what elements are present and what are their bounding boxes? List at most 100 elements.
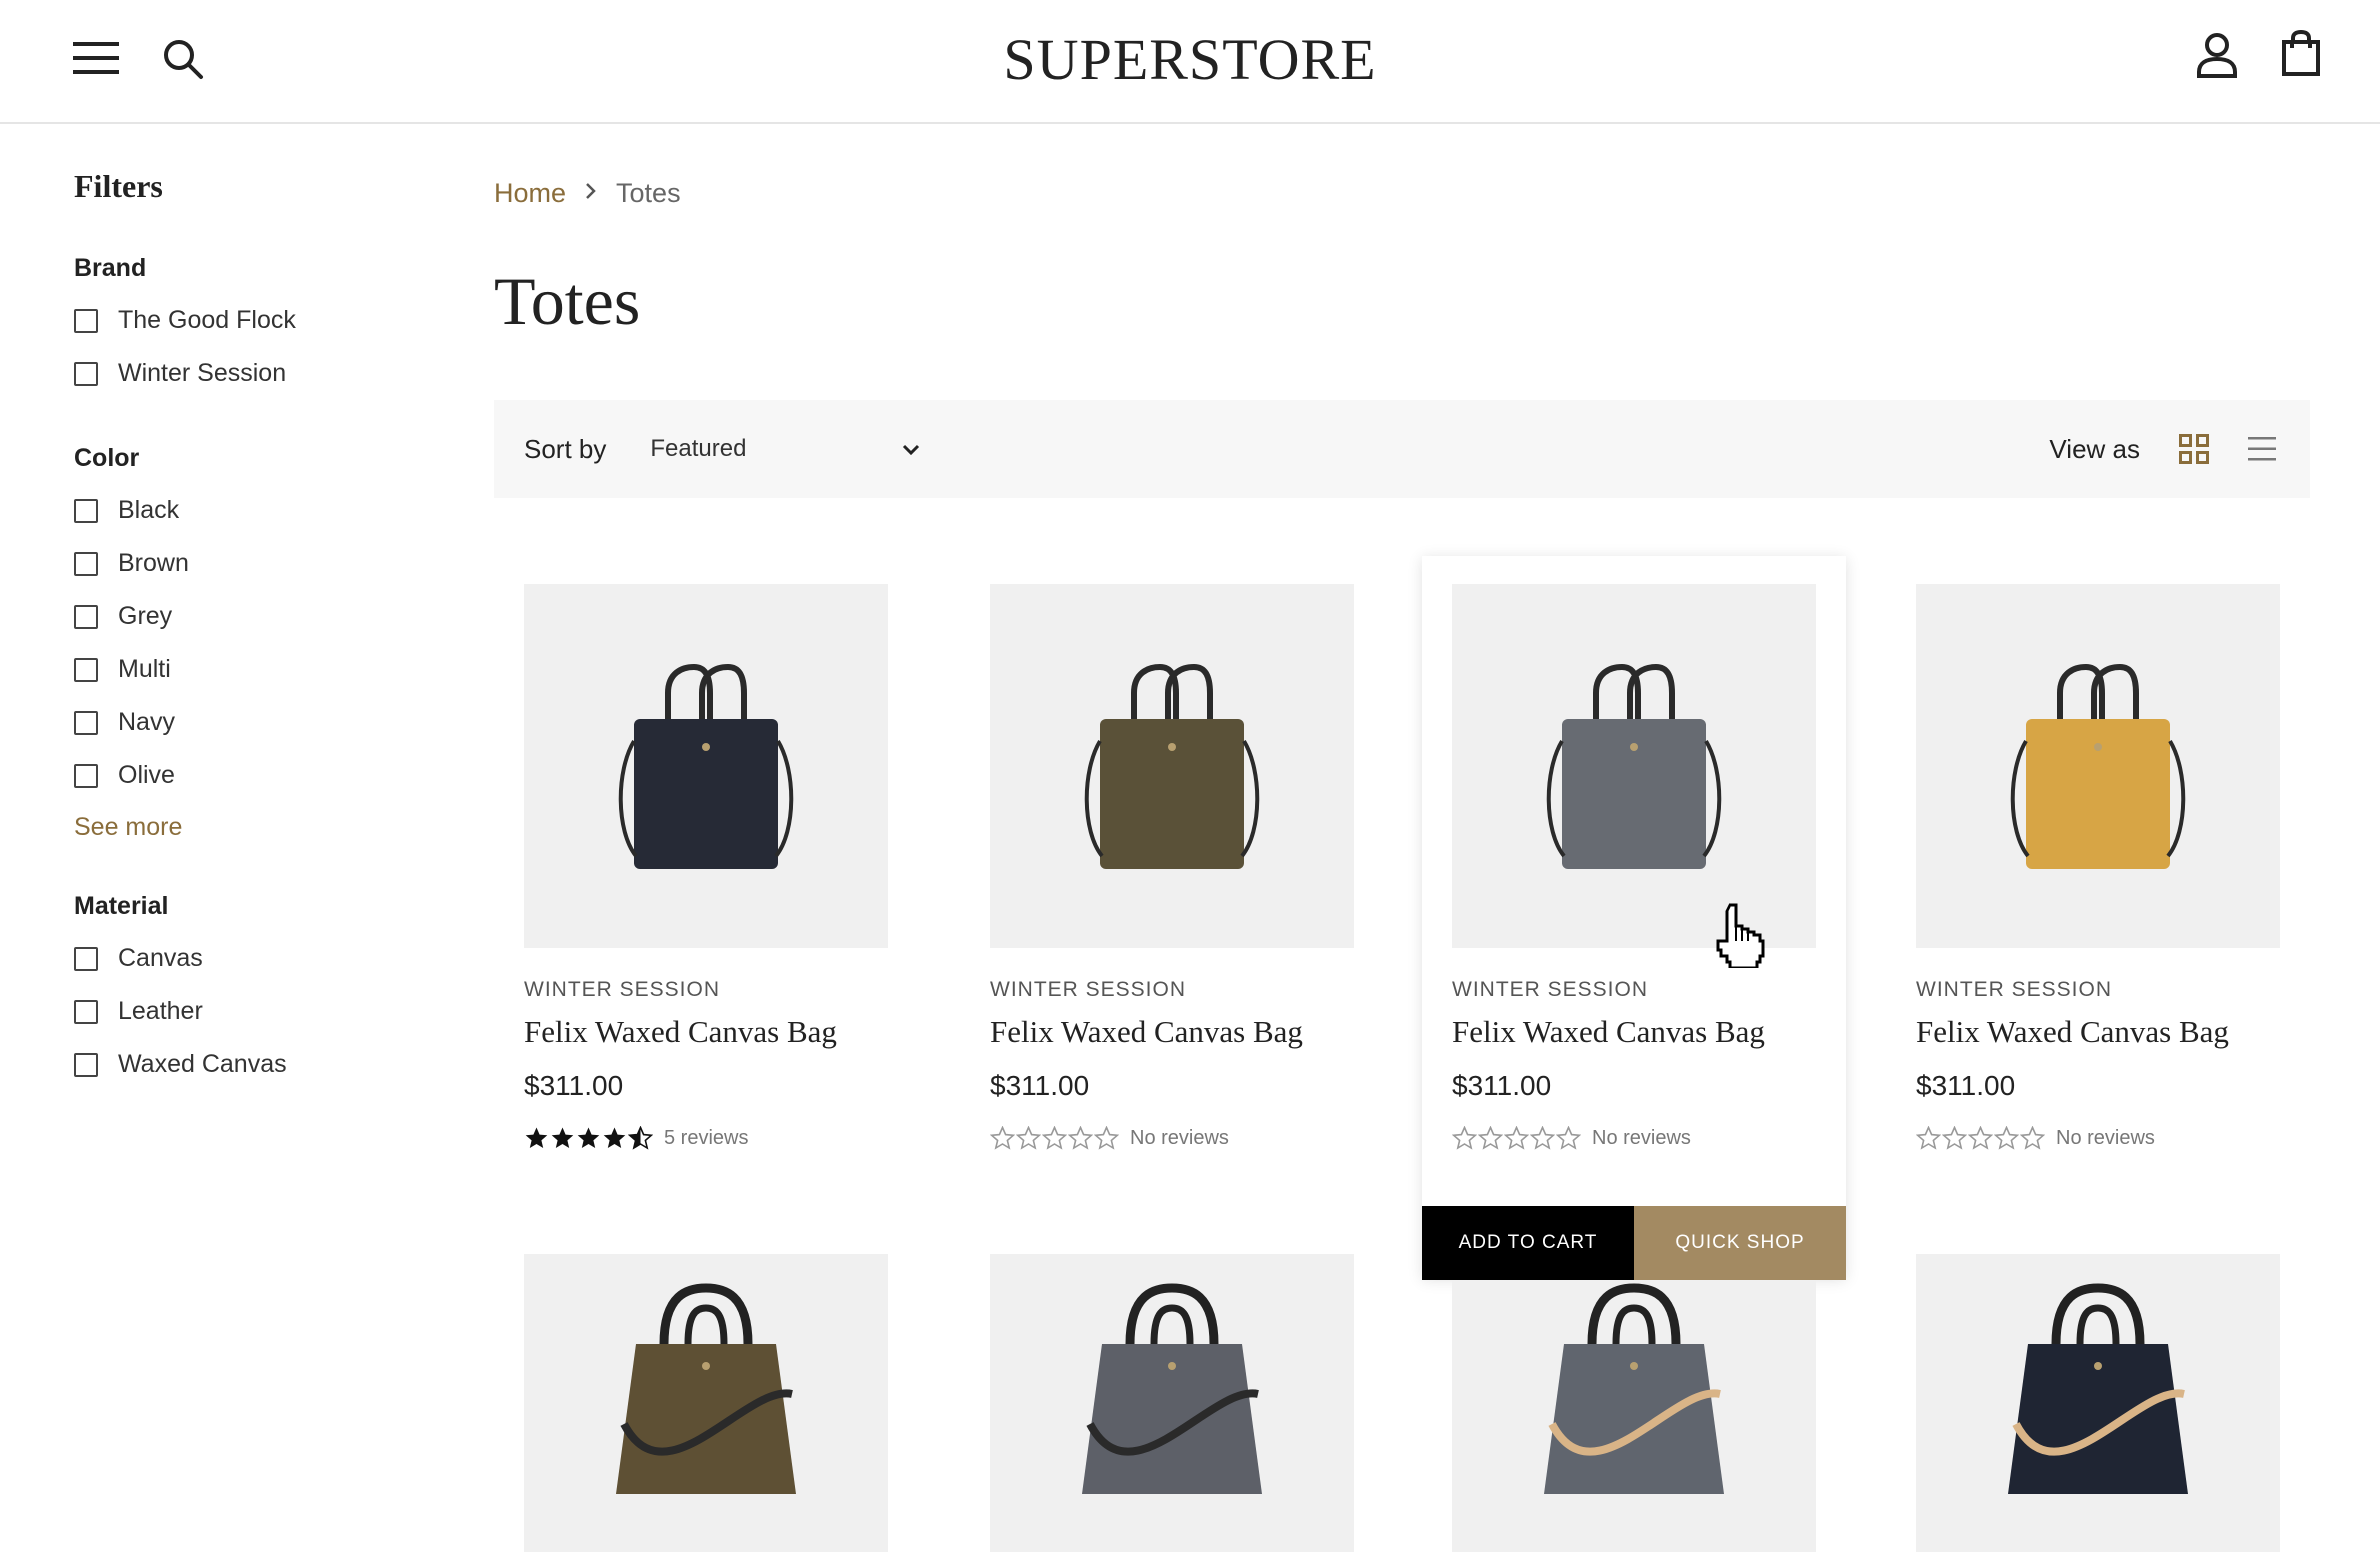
- breadcrumb-home-link[interactable]: Home: [494, 178, 566, 209]
- filter-option[interactable]: Waxed Canvas: [74, 1038, 414, 1091]
- star-empty-icon: [990, 1126, 1015, 1150]
- filter-option-label: The Good Flock: [118, 306, 296, 334]
- filter-option-label: Waxed Canvas: [118, 1050, 287, 1078]
- product-vendor[interactable]: WINTER SESSION: [990, 978, 1186, 1002]
- quick-shop-button[interactable]: QUICK SHOP: [1634, 1206, 1846, 1280]
- filter-option[interactable]: Black: [74, 484, 414, 537]
- star-half-icon: [628, 1126, 653, 1150]
- product-rating[interactable]: No reviews: [1452, 1126, 1691, 1150]
- checkbox[interactable]: [74, 498, 98, 523]
- product-rating[interactable]: No reviews: [990, 1126, 1229, 1150]
- product-image[interactable]: [990, 1254, 1354, 1552]
- product-vendor[interactable]: WINTER SESSION: [1916, 978, 2112, 1002]
- checkbox[interactable]: [74, 361, 98, 386]
- chevron-down-icon: [902, 435, 920, 463]
- star-empty-icon: [1094, 1126, 1119, 1150]
- product-price: $311.00: [1916, 1070, 2016, 1101]
- checkbox[interactable]: [74, 946, 98, 971]
- product-price: $311.00: [524, 1070, 624, 1101]
- filter-option-label: Navy: [118, 708, 175, 736]
- site-header: SUPERSTORE: [0, 0, 2380, 124]
- tote-bag-image: [1082, 1283, 1262, 1494]
- product-image[interactable]: [524, 584, 888, 948]
- star-empty-icon: [1042, 1126, 1067, 1150]
- tote-bag-image: [2010, 663, 2186, 869]
- star-empty-icon: [2020, 1126, 2045, 1150]
- filters-title: Filters: [74, 168, 163, 204]
- filter-option[interactable]: Leather: [74, 985, 414, 1038]
- checkbox[interactable]: [74, 710, 98, 735]
- checkbox[interactable]: [74, 999, 98, 1024]
- product-image[interactable]: [990, 584, 1354, 948]
- filter-group-color-title: Color: [74, 444, 140, 472]
- product-image[interactable]: [1452, 1254, 1816, 1552]
- product-image[interactable]: [1916, 1254, 2280, 1552]
- rating-stars: [990, 1126, 1120, 1150]
- see-more-link[interactable]: See more: [74, 802, 414, 852]
- rating-text: No reviews: [1592, 1126, 1691, 1149]
- star-empty-icon: [1968, 1126, 1993, 1150]
- product-rating[interactable]: 5 reviews: [524, 1126, 748, 1150]
- star-filled-icon: [603, 1127, 626, 1148]
- product-image[interactable]: [1452, 584, 1816, 948]
- filter-option-label: Leather: [118, 997, 203, 1025]
- checkbox[interactable]: [74, 763, 98, 788]
- cart-icon[interactable]: [2280, 28, 2322, 78]
- star-empty-icon: [1530, 1126, 1555, 1150]
- filter-option[interactable]: Brown: [74, 537, 414, 590]
- star-empty-icon: [1478, 1126, 1503, 1150]
- filter-option-label: Canvas: [118, 944, 203, 972]
- list-view-icon[interactable]: [2244, 431, 2280, 467]
- star-empty-icon: [1942, 1126, 1967, 1150]
- filter-option-label: Olive: [118, 761, 175, 789]
- product-vendor[interactable]: WINTER SESSION: [1452, 978, 1648, 1002]
- add-to-cart-button[interactable]: ADD TO CART: [1422, 1206, 1634, 1280]
- sort-value: Featured: [650, 435, 747, 462]
- breadcrumb-current: Totes: [616, 178, 681, 208]
- tote-bag-image: [2008, 1283, 2188, 1494]
- star-filled-icon: [551, 1127, 574, 1148]
- star-empty-icon: [1452, 1126, 1477, 1150]
- product-image[interactable]: [1916, 584, 2280, 948]
- checkbox[interactable]: [74, 657, 98, 682]
- product-title[interactable]: Felix Waxed Canvas Bag: [1452, 1014, 1765, 1050]
- product-title[interactable]: Felix Waxed Canvas Bag: [1916, 1014, 2229, 1050]
- filter-option[interactable]: Canvas: [74, 932, 414, 985]
- hand-pointer-cursor-icon: [1712, 902, 1766, 973]
- product-rating[interactable]: No reviews: [1916, 1126, 2155, 1150]
- account-icon[interactable]: [2194, 30, 2240, 80]
- checkbox[interactable]: [74, 604, 98, 629]
- star-empty-icon: [1994, 1126, 2019, 1150]
- checkbox[interactable]: [74, 1052, 98, 1077]
- tote-bag-image: [1544, 1283, 1724, 1494]
- grid-view-icon[interactable]: [2176, 431, 2212, 467]
- tote-bag-image: [1546, 663, 1722, 869]
- checkbox[interactable]: [74, 551, 98, 576]
- filter-option[interactable]: The Good Flock: [74, 294, 414, 347]
- rating-text: No reviews: [1130, 1126, 1229, 1149]
- filter-option[interactable]: Multi: [74, 643, 414, 696]
- filter-option[interactable]: Olive: [74, 749, 414, 802]
- product-price: $311.00: [990, 1070, 1090, 1101]
- product-title[interactable]: Felix Waxed Canvas Bag: [524, 1014, 837, 1050]
- product-vendor[interactable]: WINTER SESSION: [524, 978, 720, 1002]
- rating-text: 5 reviews: [664, 1126, 749, 1149]
- filter-option-label: Black: [118, 496, 180, 524]
- filter-option[interactable]: Navy: [74, 696, 414, 749]
- checkbox[interactable]: [74, 308, 98, 333]
- sort-select[interactable]: Featured: [650, 435, 920, 463]
- filter-option-label: Multi: [118, 655, 171, 683]
- filter-option[interactable]: Grey: [74, 590, 414, 643]
- filter-option-label: Grey: [118, 602, 173, 630]
- collection-toolbar: Sort by Featured View as: [494, 400, 2310, 498]
- rating-stars: [1916, 1126, 2046, 1150]
- filter-option[interactable]: Winter Session: [74, 347, 414, 400]
- page-title: Totes: [494, 263, 641, 339]
- rating-stars: [1452, 1126, 1582, 1150]
- tote-bag-image: [1084, 663, 1260, 869]
- site-logo[interactable]: SUPERSTORE: [0, 26, 2380, 93]
- product-image[interactable]: [524, 1254, 888, 1552]
- product-title[interactable]: Felix Waxed Canvas Bag: [990, 1014, 1303, 1050]
- filter-group-material-title: Material: [74, 892, 169, 920]
- rating-text: No reviews: [2056, 1126, 2155, 1149]
